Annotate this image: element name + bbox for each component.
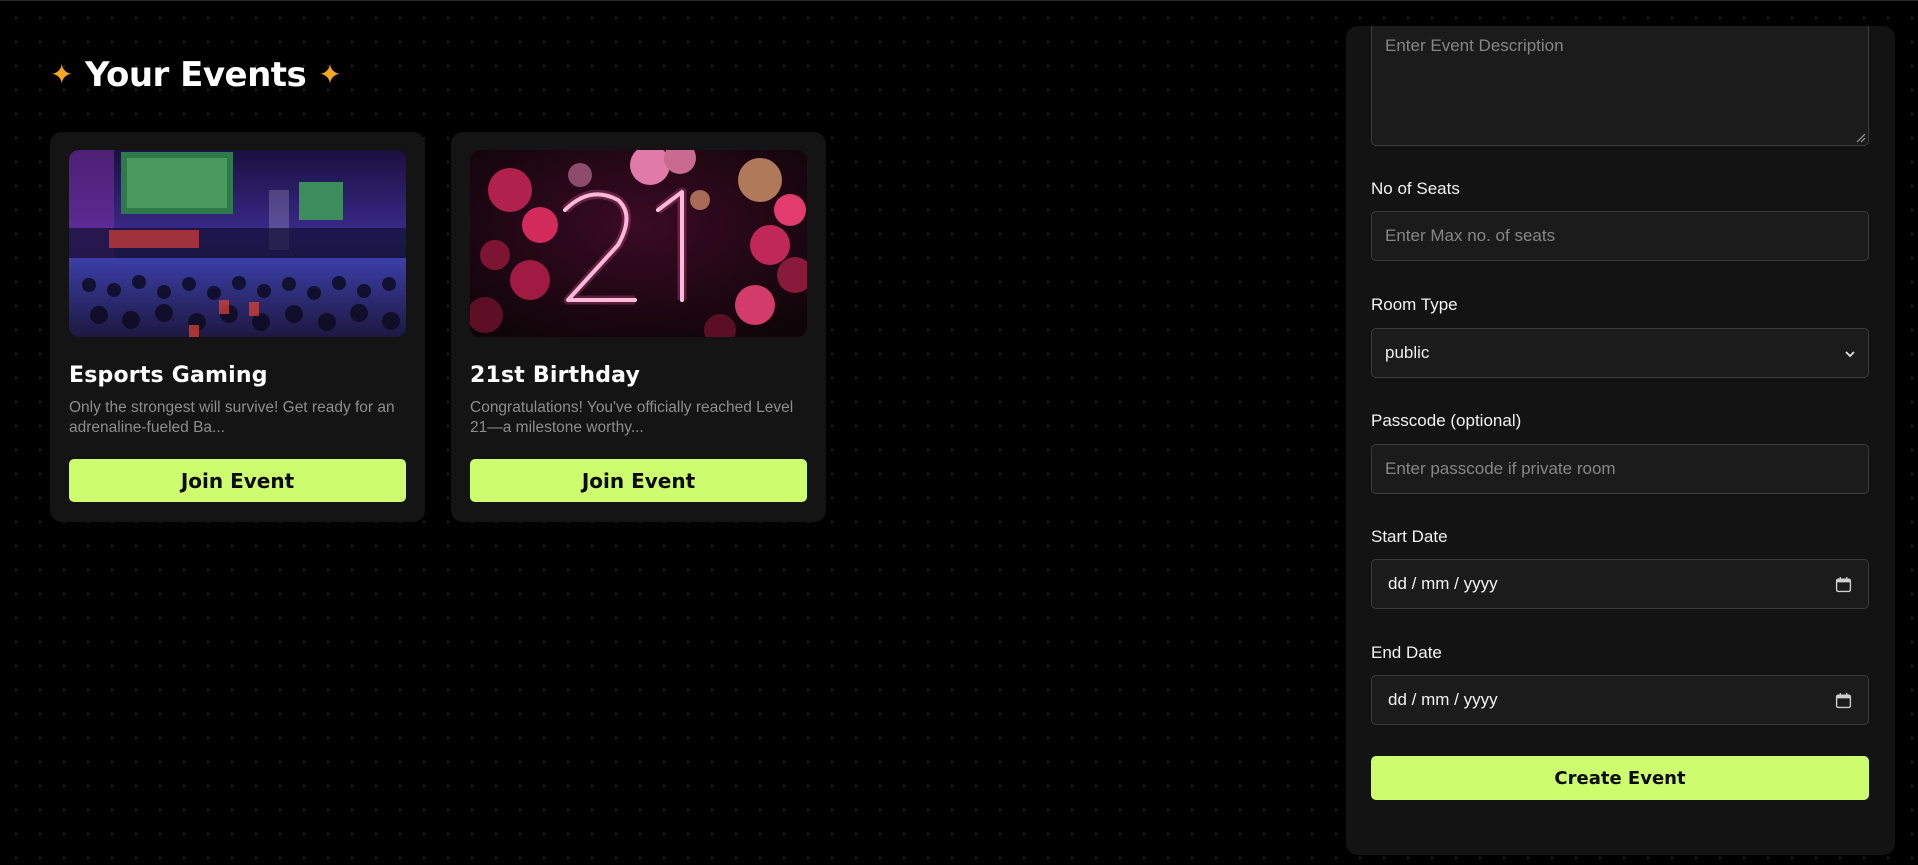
top-divider xyxy=(0,0,1918,1)
event-image xyxy=(69,150,406,337)
chevron-down-icon xyxy=(1845,351,1855,358)
event-description-textarea[interactable]: Enter Event Description xyxy=(1371,26,1869,146)
sparkle-icon: ✦ xyxy=(50,58,73,91)
room-type-value: public xyxy=(1385,343,1430,362)
join-event-button[interactable]: Join Event xyxy=(470,459,807,502)
calendar-icon[interactable] xyxy=(1835,576,1852,593)
create-event-button[interactable]: Create Event xyxy=(1371,756,1869,800)
event-image xyxy=(470,150,807,337)
event-card-list: Esports Gaming Only the strongest will s… xyxy=(50,132,826,522)
resize-grip-icon[interactable] xyxy=(1854,131,1866,143)
event-card: 21st Birthday Congratulations! You've of… xyxy=(451,132,826,522)
event-description: Congratulations! You've officially reach… xyxy=(470,399,794,436)
your-events-section: ✦ Your Events ✦ Esports Gaming Only the … xyxy=(50,50,826,522)
end-date-label: End Date xyxy=(1371,643,1442,662)
passcode-input[interactable]: Enter passcode if private room xyxy=(1371,444,1869,494)
seats-placeholder: Enter Max no. of seats xyxy=(1385,226,1556,245)
event-description-placeholder: Enter Event Description xyxy=(1385,36,1564,55)
event-title: 21st Birthday xyxy=(470,363,641,388)
event-card: Esports Gaming Only the strongest will s… xyxy=(50,132,425,522)
sparkle-icon: ✦ xyxy=(318,58,342,91)
start-date-label: Start Date xyxy=(1371,527,1448,546)
start-date-input[interactable]: dd / mm / yyyy xyxy=(1371,559,1869,609)
section-title: ✦ Your Events ✦ xyxy=(50,50,342,100)
end-date-value: dd / mm / yyyy xyxy=(1388,690,1498,709)
section-title-text: Your Events xyxy=(84,55,307,95)
event-description: Only the strongest will survive! Get rea… xyxy=(69,399,395,436)
calendar-icon[interactable] xyxy=(1835,692,1852,709)
seats-label: No of Seats xyxy=(1371,179,1460,198)
seats-input[interactable]: Enter Max no. of seats xyxy=(1371,211,1869,261)
room-type-label: Room Type xyxy=(1371,295,1458,314)
start-date-value: dd / mm / yyyy xyxy=(1388,574,1498,593)
passcode-label: Passcode (optional) xyxy=(1371,411,1522,430)
create-event-form: Enter Event Description No of Seats Ente… xyxy=(1346,26,1895,855)
room-type-select[interactable]: public xyxy=(1371,328,1869,378)
end-date-input[interactable]: dd / mm / yyyy xyxy=(1371,675,1869,725)
event-title: Esports Gaming xyxy=(69,363,268,388)
join-event-button[interactable]: Join Event xyxy=(69,459,406,502)
passcode-placeholder: Enter passcode if private room xyxy=(1385,459,1616,478)
